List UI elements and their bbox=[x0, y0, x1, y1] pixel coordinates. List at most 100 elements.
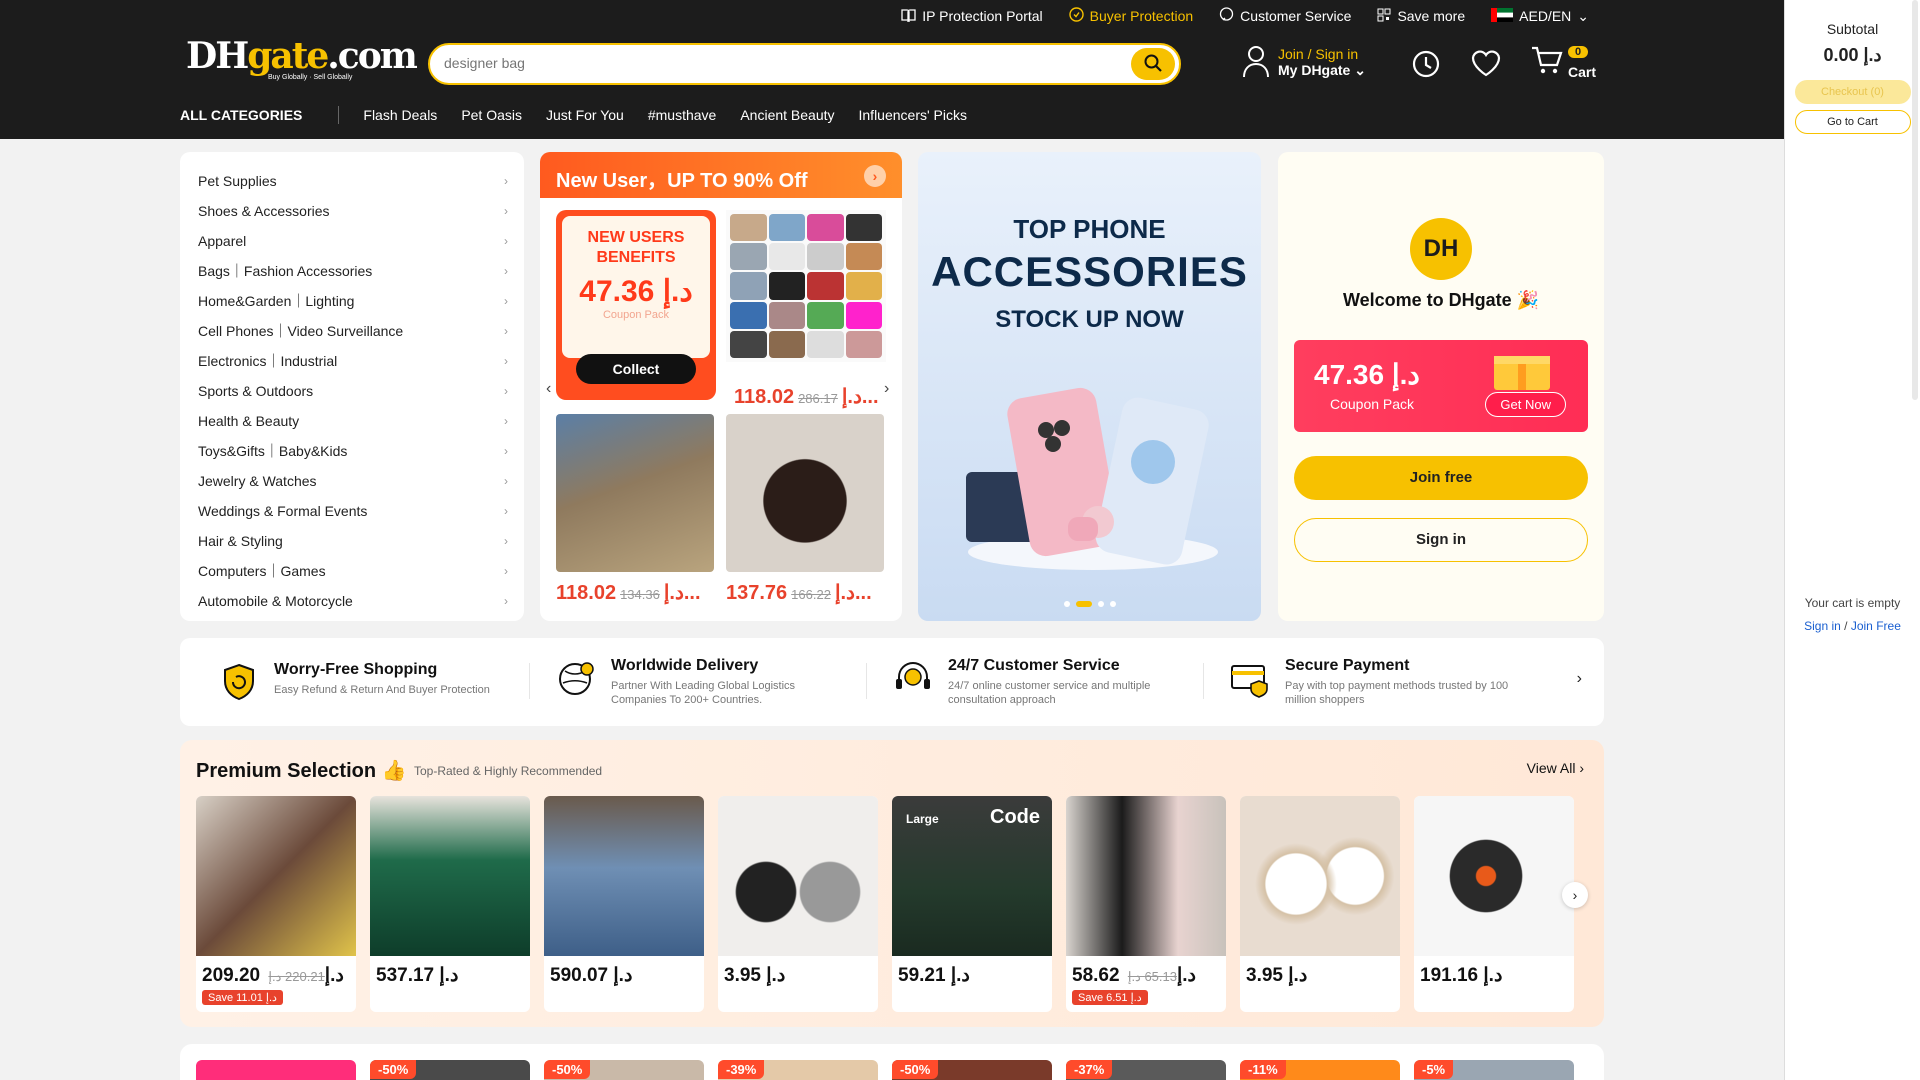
product-card[interactable]: Large Code 59.21 د.إ bbox=[892, 796, 1052, 1012]
deal-banner[interactable] bbox=[196, 1060, 356, 1080]
category-item[interactable]: Toys&Gifts｜Baby&Kids › bbox=[180, 436, 524, 466]
carousel-dot[interactable] bbox=[1109, 601, 1116, 607]
category-item[interactable]: Computers｜Games › bbox=[180, 556, 524, 586]
qr-icon bbox=[1377, 8, 1391, 25]
category-item[interactable]: Jewelry & Watches › bbox=[180, 466, 524, 496]
category-item[interactable]: Electronics｜Industrial › bbox=[180, 346, 524, 376]
product-card[interactable]: 537.17 د.إ bbox=[370, 796, 530, 1012]
join-free-button[interactable]: Join free bbox=[1294, 456, 1588, 500]
search-input[interactable] bbox=[444, 55, 1084, 71]
product-price: 118.02 134.36 د.إ... bbox=[556, 580, 701, 605]
go-to-cart-button[interactable]: Go to Cart bbox=[1794, 110, 1911, 134]
sneakers-product-image[interactable] bbox=[726, 210, 886, 362]
thumbs-up-icon: 👍 bbox=[381, 760, 407, 782]
get-now-button[interactable]: Get Now bbox=[1485, 392, 1566, 417]
product-price: 3.95 د.إ bbox=[724, 964, 785, 987]
feature-worldwide-delivery[interactable]: Worldwide Delivery Partner With Leading G… bbox=[529, 657, 892, 707]
slide-sandal-image[interactable] bbox=[726, 414, 884, 572]
deal-card[interactable]: -37% bbox=[1066, 1060, 1226, 1080]
logo-text-dh: DH bbox=[186, 35, 249, 77]
chevron-right-icon[interactable]: › bbox=[1577, 670, 1582, 688]
nav-ancient-beauty[interactable]: Ancient Beauty bbox=[740, 107, 834, 123]
category-item[interactable]: Pet Supplies › bbox=[180, 166, 524, 196]
category-item[interactable]: Bags｜Fashion Accessories › bbox=[180, 256, 524, 286]
phone-accessories-banner[interactable]: TOP PHONE ACCESSORIES STOCK UP NOW bbox=[918, 152, 1261, 621]
customer-service-link[interactable]: Customer Service bbox=[1219, 7, 1351, 25]
sidebar-scrollbar[interactable] bbox=[1912, 0, 1918, 400]
chevron-right-icon[interactable]: › bbox=[864, 165, 886, 187]
view-all-link[interactable]: View All › bbox=[1527, 760, 1584, 776]
search-icon bbox=[1143, 53, 1163, 76]
product-card[interactable]: 590.07 د.إ bbox=[544, 796, 704, 1012]
nav-just-for-you[interactable]: Just For You bbox=[546, 107, 624, 123]
new-user-coupon: NEW USERS BENEFITS 47.36 د.إ Coupon Pack… bbox=[556, 210, 716, 400]
search-button[interactable] bbox=[1131, 48, 1175, 80]
product-card[interactable]: 209.20 د.إ220.21 د.إ Save 11.01 د.إ bbox=[196, 796, 356, 1012]
price-now: 137.76 bbox=[726, 582, 788, 604]
history-icon[interactable] bbox=[1410, 48, 1442, 83]
product-price: 209.20 د.إ220.21 د.إ bbox=[202, 964, 344, 987]
coupon-pack-card[interactable]: 47.36 د.إ Coupon Pack Get Now bbox=[1294, 340, 1588, 432]
locale-label: AED/EN bbox=[1519, 8, 1572, 24]
product-card[interactable]: 3.95 د.إ bbox=[1240, 796, 1400, 1012]
locale-selector[interactable]: AED/EN ⌄ bbox=[1491, 7, 1589, 25]
carousel-dot[interactable] bbox=[1063, 601, 1070, 607]
cart-button[interactable]: 0 Cart bbox=[1530, 44, 1596, 80]
sign-in-button[interactable]: Sign in bbox=[1294, 518, 1588, 562]
subtotal-value: 0.00 د.إ bbox=[1823, 45, 1882, 65]
welcome-text: Welcome to DHgate 🎉 bbox=[1342, 290, 1540, 310]
all-categories-menu[interactable]: ALL CATEGORIES bbox=[180, 107, 302, 123]
dhgate-logo[interactable]: DHgate.com Buy Globally · Sell Globally bbox=[186, 35, 418, 84]
category-item[interactable]: Automobile & Motorcycle › bbox=[180, 586, 524, 616]
product-price: 3.95 د.إ bbox=[1246, 964, 1307, 987]
join-sign-in-link[interactable]: Join / Sign in bbox=[1278, 46, 1366, 62]
product-card[interactable]: 191.16 د.إ bbox=[1414, 796, 1574, 1012]
checkout-button[interactable]: Checkout (0) bbox=[1794, 80, 1911, 104]
heart-icon[interactable] bbox=[1470, 48, 1502, 81]
save-more-link[interactable]: Save more bbox=[1377, 8, 1465, 25]
chevron-right-icon[interactable]: › bbox=[1562, 882, 1588, 908]
chevron-right-icon: › bbox=[504, 504, 508, 518]
welcome-panel: DH Welcome to DHgate 🎉 47.36 د.إ Coupon … bbox=[1278, 152, 1604, 621]
category-item[interactable]: Home&Garden｜Lighting › bbox=[180, 286, 524, 316]
deal-card[interactable]: -11% bbox=[1240, 1060, 1400, 1080]
nav-flash-deals[interactable]: Flash Deals bbox=[363, 107, 437, 123]
category-item[interactable]: Sports & Outdoors › bbox=[180, 376, 524, 406]
deal-card[interactable]: -50% bbox=[370, 1060, 530, 1080]
deal-card[interactable]: -39% bbox=[718, 1060, 878, 1080]
feature-customer-service[interactable]: 24/7 Customer Service 24/7 online custome… bbox=[866, 657, 1229, 707]
deal-card[interactable]: -50% bbox=[892, 1060, 1052, 1080]
category-item[interactable]: Weddings & Formal Events › bbox=[180, 496, 524, 526]
buyer-protection-link[interactable]: Buyer Protection bbox=[1068, 7, 1193, 25]
save-badge: Save 11.01 د.إ bbox=[202, 990, 283, 1005]
banner-line-3: STOCK UP NOW bbox=[995, 306, 1184, 333]
ip-protection-link[interactable]: IP Protection Portal bbox=[901, 8, 1043, 25]
product-card[interactable]: 58.62 د.إ65.13 د.إ Save 6.51 د.إ bbox=[1066, 796, 1226, 1012]
account-menu[interactable]: Join / Sign in My DHgate ⌄ bbox=[1242, 44, 1366, 81]
carousel-dot-active[interactable] bbox=[1075, 601, 1092, 607]
feature-worry-free[interactable]: Worry-Free Shopping Easy Refund & Return … bbox=[218, 661, 555, 703]
deal-card[interactable]: -5% bbox=[1414, 1060, 1574, 1080]
sign-in-link[interactable]: Sign in bbox=[1804, 619, 1841, 633]
chevron-right-icon[interactable]: › bbox=[884, 380, 889, 398]
studded-sneaker-image[interactable] bbox=[556, 414, 714, 572]
nav-musthave[interactable]: #musthave bbox=[648, 107, 716, 123]
chevron-right-icon: › bbox=[504, 264, 508, 278]
nav-pet-oasis[interactable]: Pet Oasis bbox=[461, 107, 522, 123]
category-item[interactable]: Apparel › bbox=[180, 226, 524, 256]
category-item[interactable]: Cell Phones｜Video Surveillance › bbox=[180, 316, 524, 346]
promo-header[interactable]: New User，UP TO 90% Off › bbox=[540, 152, 902, 198]
join-free-link[interactable]: Join Free bbox=[1851, 619, 1901, 633]
carousel-dot[interactable] bbox=[1097, 601, 1104, 607]
collect-button[interactable]: Collect bbox=[576, 354, 696, 384]
feature-secure-payment[interactable]: Secure Payment Pay with top payment metho… bbox=[1203, 657, 1566, 707]
category-item[interactable]: Hair & Styling › bbox=[180, 526, 524, 556]
deal-card[interactable]: -50% bbox=[544, 1060, 704, 1080]
chevron-left-icon[interactable]: ‹ bbox=[546, 380, 551, 398]
my-dhgate-link[interactable]: My DHgate bbox=[1278, 62, 1350, 78]
category-item[interactable]: Shoes & Accessories › bbox=[180, 196, 524, 226]
product-card[interactable]: 3.95 د.إ bbox=[718, 796, 878, 1012]
price-currency: د.إ... bbox=[841, 386, 879, 408]
nav-influencers-picks[interactable]: Influencers' Picks bbox=[859, 107, 968, 123]
category-item[interactable]: Health & Beauty › bbox=[180, 406, 524, 436]
